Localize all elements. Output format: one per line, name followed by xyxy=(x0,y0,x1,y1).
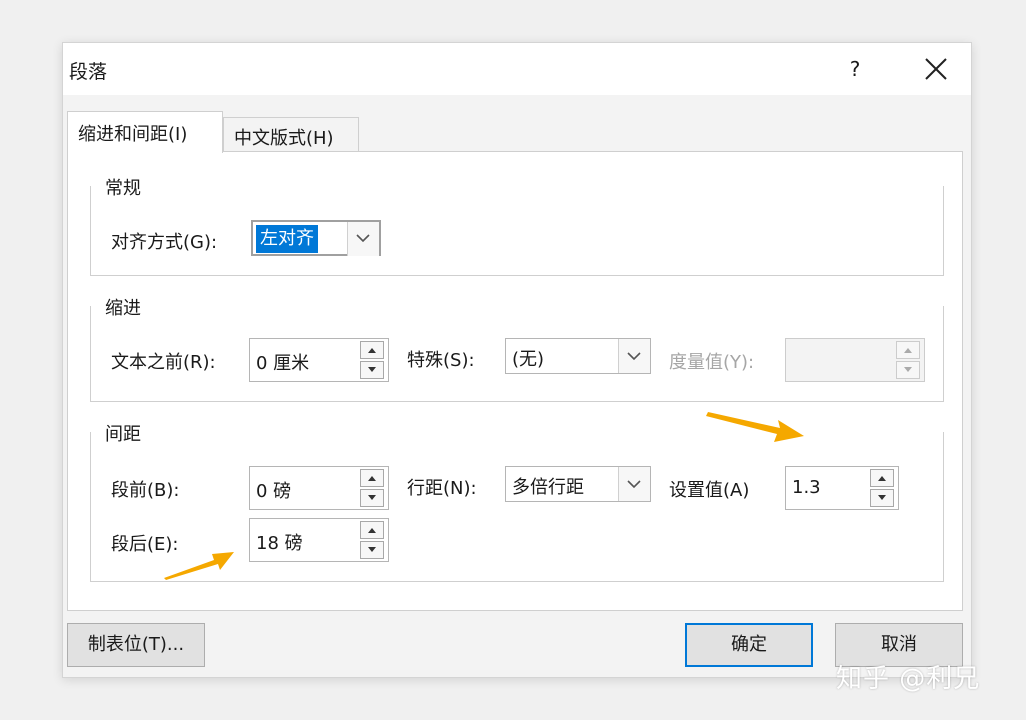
title-bar: 段落 ? xyxy=(63,43,971,95)
measure-spinner xyxy=(785,338,925,382)
chevron-down-icon[interactable] xyxy=(347,222,379,256)
annotation-arrow-icon xyxy=(164,552,234,580)
help-button[interactable]: ? xyxy=(833,51,877,87)
line-spacing-select[interactable]: 多倍行距 xyxy=(505,466,651,502)
spin-down-icon[interactable] xyxy=(870,489,894,507)
before-text-value: 0 厘米 xyxy=(256,353,310,374)
group-general: 常规 对齐方式(G): 左对齐 xyxy=(90,174,944,276)
close-icon xyxy=(925,58,947,80)
tab-stops-button[interactable]: 制表位(T)... xyxy=(67,623,205,667)
tab-chinese-typography[interactable]: 中文版式(H) xyxy=(223,117,359,151)
set-value-spinner[interactable]: 1.3 xyxy=(785,466,899,510)
special-value: (无) xyxy=(512,349,545,370)
special-label: 特殊(S): xyxy=(407,350,475,371)
alignment-value: 左对齐 xyxy=(256,225,318,253)
annotation-arrow-icon xyxy=(706,412,804,442)
chevron-down-icon[interactable] xyxy=(618,339,650,373)
spin-up-icon[interactable] xyxy=(360,469,384,487)
group-indent-title: 缩进 xyxy=(99,294,147,320)
before-value: 0 磅 xyxy=(256,481,292,502)
line-spacing-label: 行距(N): xyxy=(407,478,477,499)
alignment-label: 对齐方式(G): xyxy=(111,232,218,253)
before-text-label: 文本之前(R): xyxy=(111,352,216,373)
tab-indent-spacing[interactable]: 缩进和间距(I) xyxy=(67,111,223,153)
dialog-title: 段落 xyxy=(69,61,108,83)
spin-up-icon xyxy=(896,341,920,359)
spin-down-icon xyxy=(896,361,920,379)
group-general-title: 常规 xyxy=(99,174,147,200)
measure-label: 度量值(Y): xyxy=(669,352,755,373)
set-value-value: 1.3 xyxy=(792,477,821,498)
group-indent: 缩进 文本之前(R): 0 厘米 特殊(S): (无) 度量值(Y): xyxy=(90,294,944,402)
ok-button[interactable]: 确定 xyxy=(685,623,813,667)
spin-down-icon[interactable] xyxy=(360,541,384,559)
after-spinner[interactable]: 18 磅 xyxy=(249,518,389,562)
before-text-spinner[interactable]: 0 厘米 xyxy=(249,338,389,382)
set-value-label: 设置值(A) xyxy=(669,480,750,501)
before-spinner[interactable]: 0 磅 xyxy=(249,466,389,510)
group-spacing-title: 间距 xyxy=(99,420,147,446)
special-select[interactable]: (无) xyxy=(505,338,651,374)
spin-up-icon[interactable] xyxy=(360,521,384,539)
watermark: 知乎 @利兄 xyxy=(836,664,981,694)
line-spacing-value: 多倍行距 xyxy=(512,477,584,498)
before-label: 段前(B): xyxy=(111,480,180,501)
spin-up-icon[interactable] xyxy=(870,469,894,487)
spin-down-icon[interactable] xyxy=(360,361,384,379)
chevron-down-icon[interactable] xyxy=(618,467,650,501)
alignment-select[interactable]: 左对齐 xyxy=(251,220,381,256)
tab-panel: 常规 对齐方式(G): 左对齐 缩进 文本之前(R): 0 厘米 特殊(S): … xyxy=(67,151,963,611)
spin-up-icon[interactable] xyxy=(360,341,384,359)
close-button[interactable] xyxy=(913,51,959,87)
spin-down-icon[interactable] xyxy=(360,489,384,507)
help-icon: ? xyxy=(849,57,861,81)
after-value: 18 磅 xyxy=(256,533,303,554)
